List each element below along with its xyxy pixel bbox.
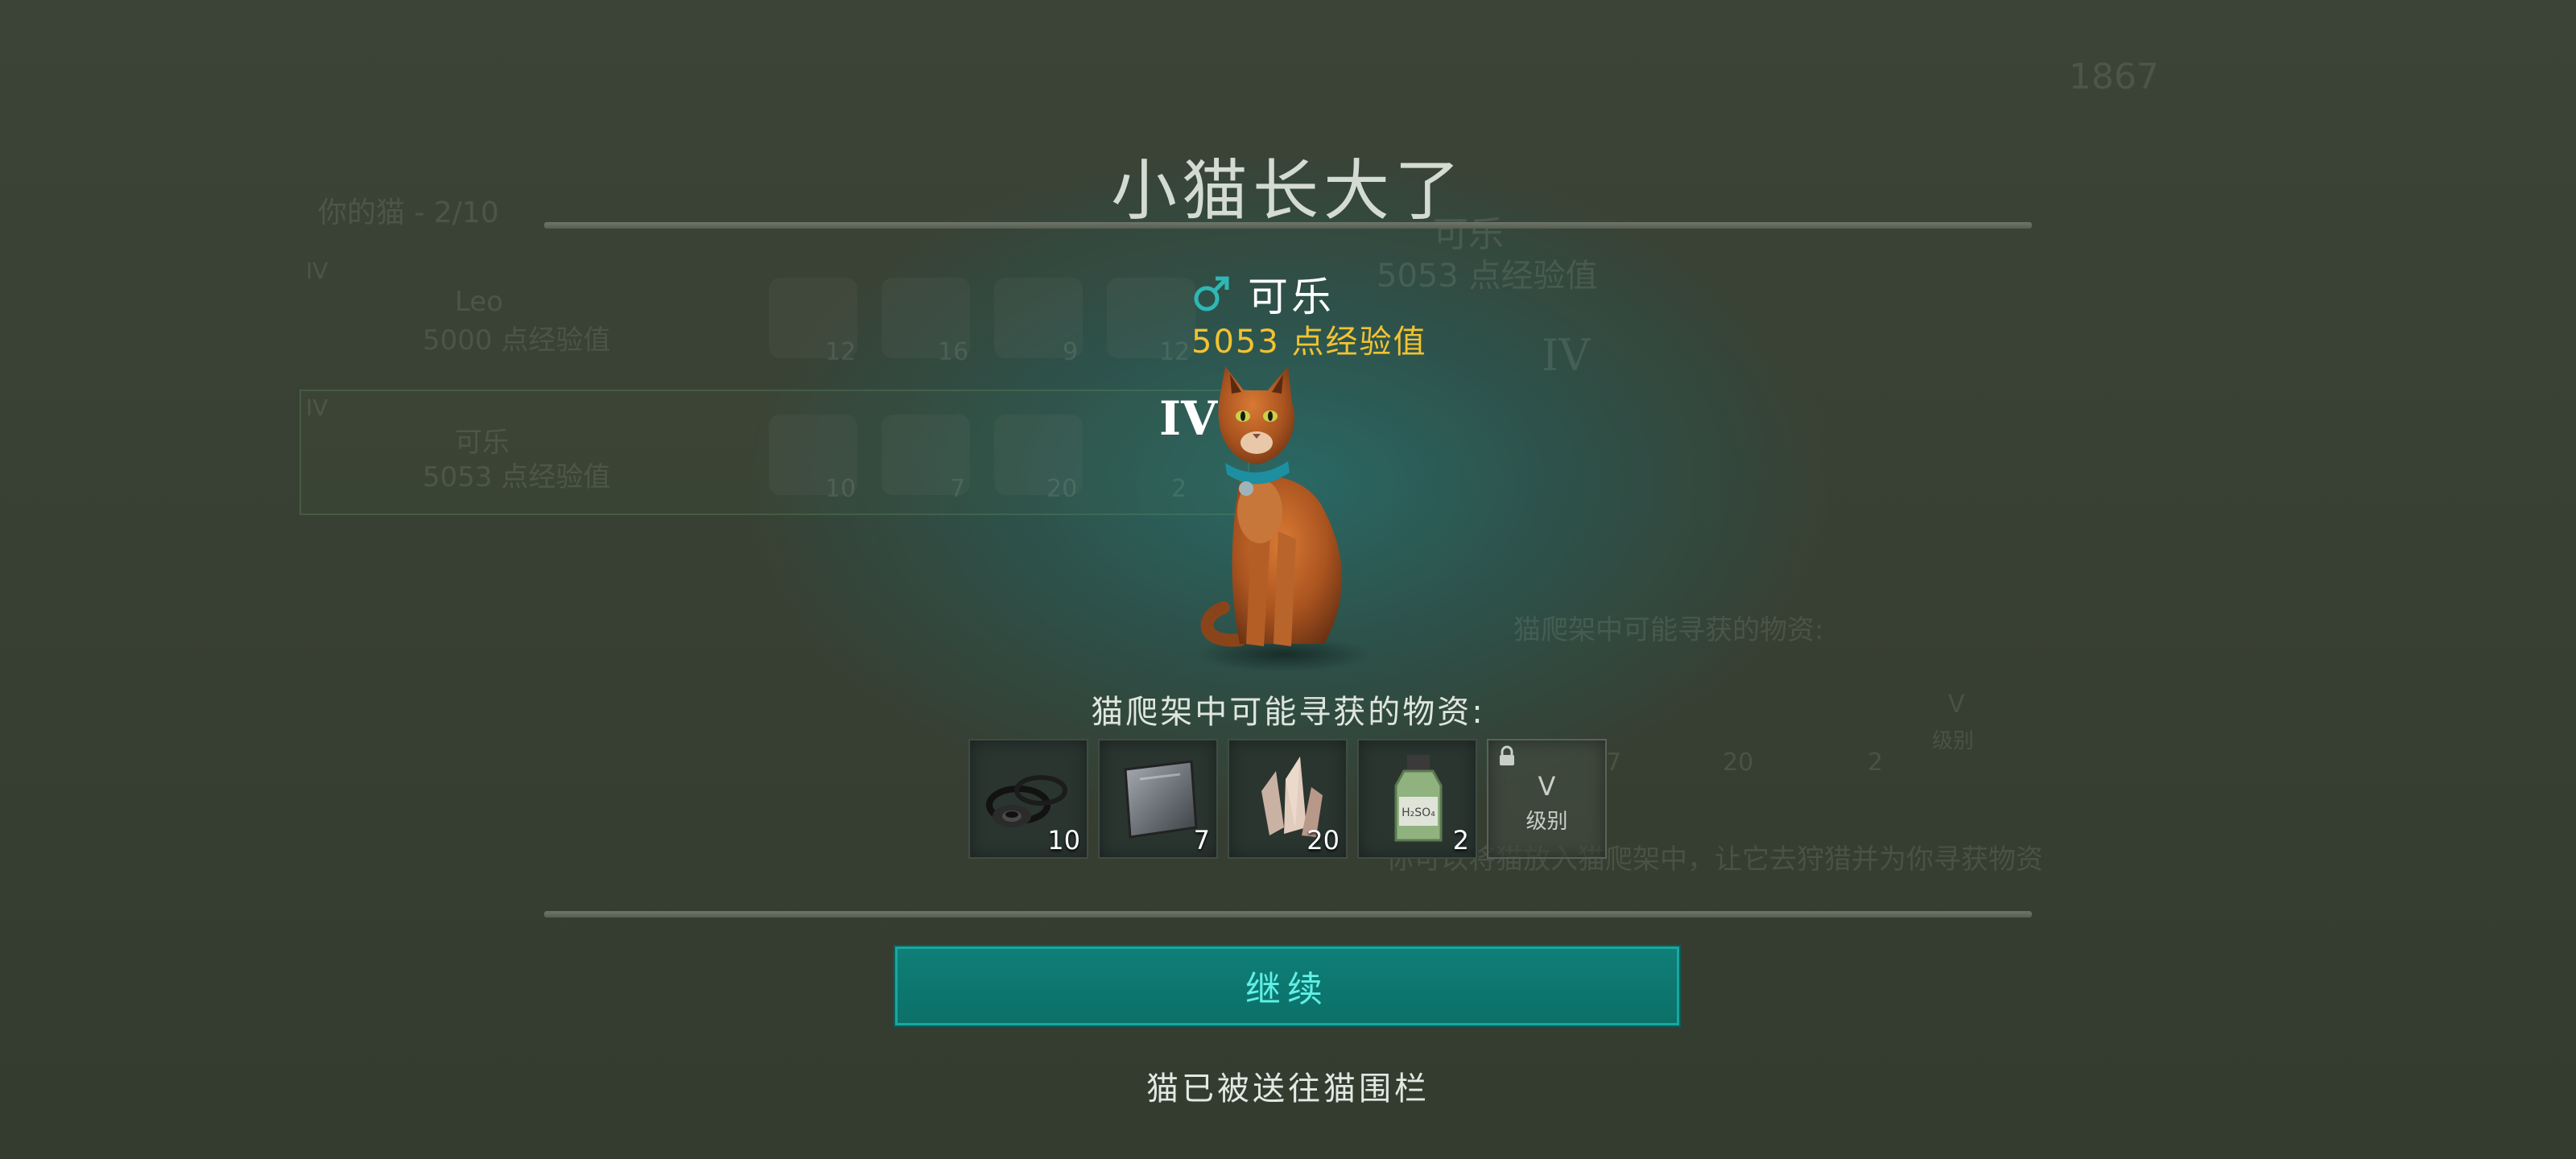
cat-sent-message: 猫已被送往猫围栏 (1146, 1070, 1430, 1107)
loot-item-locked: V 级别 (1487, 739, 1607, 859)
loot-count: 2 (1452, 825, 1469, 856)
loot-item-chemical-bottle[interactable]: H₂SO₄ 2 (1357, 739, 1477, 859)
footer-divider (544, 911, 2032, 918)
cat-experience: 5053 点经验值 (1191, 324, 1427, 361)
locked-level: V (1538, 771, 1556, 802)
cat-image (1195, 366, 1373, 672)
title-divider (544, 222, 2032, 229)
locked-level-label: 级别 (1525, 810, 1568, 834)
cat-name: 可乐 (1248, 274, 1335, 320)
loot-count: 10 (1047, 825, 1080, 856)
modal-title: 小猫长大了 (1110, 153, 1465, 229)
male-icon (1194, 276, 1229, 311)
continue-button[interactable]: 继续 (895, 947, 1679, 1025)
loot-item-quartz-crystal[interactable]: 20 (1228, 739, 1348, 859)
loot-count: 20 (1307, 825, 1340, 856)
loot-items: 10 7 20 H₂SO₄ 2 V 级别 (968, 739, 1607, 859)
loot-count: 7 (1193, 825, 1210, 856)
svg-text:H₂SO₄: H₂SO₄ (1402, 806, 1435, 819)
cat-name-row: 可乐 (1191, 266, 1335, 322)
loot-item-metal-plate[interactable]: 7 (1098, 739, 1218, 859)
loot-item-rubber-rings[interactable]: 10 (968, 739, 1088, 859)
loot-label: 猫爬架中可能寻获的物资: (1091, 694, 1485, 731)
lock-icon (1500, 745, 1514, 765)
